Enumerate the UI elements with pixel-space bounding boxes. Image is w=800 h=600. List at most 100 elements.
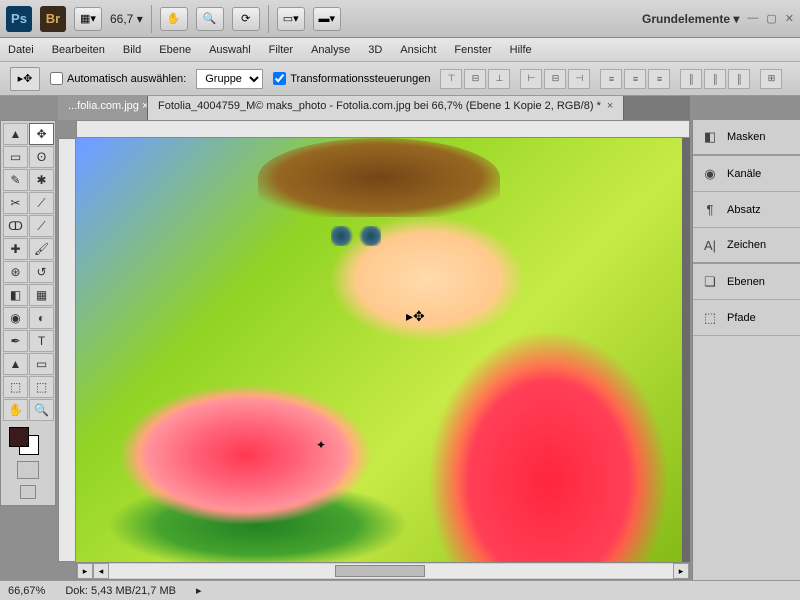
close-button[interactable]: ✕	[785, 12, 794, 25]
scroll-right-arrow[interactable]: ▸	[673, 563, 689, 579]
menu-filter[interactable]: Filter	[269, 44, 293, 56]
layers-panel-button[interactable]: ❏Ebenen	[693, 264, 800, 300]
document-tab-inactive[interactable]: ...folia.com.jpg ×	[58, 96, 148, 120]
auto-select-target-dropdown[interactable]: Gruppe	[196, 69, 263, 89]
pen-tool[interactable]: ✒	[3, 330, 28, 352]
photoshop-app-icon[interactable]: Ps	[6, 6, 32, 32]
document-image[interactable]: PSD-Tutorials.de	[76, 138, 682, 562]
status-zoom[interactable]: 66,67%	[8, 585, 45, 597]
shape-tool[interactable]: ▭	[29, 353, 54, 375]
menu-auswahl[interactable]: Auswahl	[209, 44, 251, 56]
menu-ansicht[interactable]: Ansicht	[400, 44, 436, 56]
magic-wand-tool[interactable]: ✱	[29, 169, 54, 191]
dodge-tool[interactable]: ◐	[29, 307, 54, 329]
align-right-icon[interactable]: ⊣	[568, 69, 590, 89]
scroll-thumb[interactable]	[335, 565, 425, 577]
menu-fenster[interactable]: Fenster	[454, 44, 491, 56]
distribute-3-icon[interactable]: ≡	[648, 69, 670, 89]
hand-tool-shortcut[interactable]: ✋	[160, 7, 188, 31]
minimize-button[interactable]: —	[747, 12, 758, 25]
character-panel-button[interactable]: A|Zeichen	[693, 228, 800, 264]
menu-bearbeiten[interactable]: Bearbeiten	[52, 44, 105, 56]
move-tool[interactable]: ▲	[3, 123, 28, 145]
gradient-tool[interactable]: ▦	[29, 284, 54, 306]
horizontal-ruler[interactable]	[76, 120, 690, 138]
quick-mask-toggle[interactable]	[3, 461, 53, 483]
view-extras-button[interactable]: ▦▾	[74, 7, 102, 31]
vertical-ruler[interactable]	[58, 138, 76, 562]
move-tool-selected[interactable]: ✥	[29, 123, 54, 145]
slice-tool[interactable]: ⟋	[29, 192, 54, 214]
lasso-tool[interactable]: ʘ	[29, 146, 54, 168]
path-select-tool[interactable]: ▲	[3, 353, 28, 375]
eraser-tool[interactable]: ◧	[3, 284, 28, 306]
zoom-level-readout[interactable]: 66,7 ▾	[110, 12, 143, 26]
zoom-tool[interactable]: 🔍	[29, 399, 54, 421]
align-bottom-icon[interactable]: ⊥	[488, 69, 510, 89]
align-top-icon[interactable]: ⊤	[440, 69, 462, 89]
close-tab-icon[interactable]: ×	[607, 100, 613, 112]
status-bar: 66,67% Dok: 5,43 MB/21,7 MB ▸	[0, 580, 800, 600]
document-tabs: ...folia.com.jpg × Fotolia_4004759_M© ma…	[58, 96, 690, 120]
brush-tool[interactable]: 🖌	[29, 238, 54, 260]
screen-mode-toggle[interactable]	[3, 485, 53, 503]
clone-stamp-tool[interactable]: ⊛	[3, 261, 28, 283]
transform-controls-checkbox[interactable]	[273, 72, 286, 85]
distribute-4-icon[interactable]: ║	[680, 69, 702, 89]
marquee-tool[interactable]: ▭	[3, 146, 28, 168]
crop-tool[interactable]: ✂	[3, 192, 28, 214]
scroll-left-button[interactable]: ▸	[77, 563, 93, 579]
masks-panel-button[interactable]: ◧Masken	[693, 120, 800, 156]
menu-3d[interactable]: 3D	[368, 44, 382, 56]
align-hcenter-icon[interactable]: ⊟	[544, 69, 566, 89]
window-controls: — ▢ ✕	[747, 12, 794, 25]
current-tool-indicator[interactable]: ▸✥	[10, 67, 40, 91]
3d-camera-tool[interactable]: ⬚	[29, 376, 54, 398]
healing-brush-tool[interactable]: ✚	[3, 238, 28, 260]
status-arrow-icon[interactable]: ▸	[196, 584, 202, 597]
auto-select-checkbox[interactable]	[50, 72, 63, 85]
history-brush-tool[interactable]: ↺	[29, 261, 54, 283]
distribute-h-buttons-group: ║ ║ ║	[680, 69, 750, 89]
canvas[interactable]: PSD-Tutorials.de ▸✥ ✦	[76, 138, 690, 562]
foreground-color-swatch[interactable]	[9, 427, 29, 447]
horizontal-scrollbar[interactable]: ▸ ◂ ▸	[76, 562, 690, 580]
ruler-tool[interactable]: ⟋	[29, 215, 54, 237]
distribute-1-icon[interactable]: ≡	[600, 69, 622, 89]
zoom-tool-shortcut[interactable]: 🔍	[196, 7, 224, 31]
align-vcenter-icon[interactable]: ⊟	[464, 69, 486, 89]
distribute-2-icon[interactable]: ≡	[624, 69, 646, 89]
type-tool[interactable]: T	[29, 330, 54, 352]
menu-analyse[interactable]: Analyse	[311, 44, 350, 56]
color-swatches	[3, 425, 53, 457]
distribute-6-icon[interactable]: ║	[728, 69, 750, 89]
arrange-docs-button[interactable]: ▭▾	[277, 7, 305, 31]
status-doc-size[interactable]: Dok: 5,43 MB/21,7 MB	[65, 585, 176, 597]
bridge-app-icon[interactable]: Br	[40, 6, 66, 32]
scroll-track[interactable]	[109, 564, 673, 578]
menu-ebene[interactable]: Ebene	[159, 44, 191, 56]
rotate-view-shortcut[interactable]: ⟳	[232, 7, 260, 31]
menu-bild[interactable]: Bild	[123, 44, 141, 56]
channels-panel-button[interactable]: ◉Kanäle	[693, 156, 800, 192]
3d-tool[interactable]: ⬚	[3, 376, 28, 398]
workspace-switcher[interactable]: Grundelemente ▾	[642, 12, 739, 26]
maximize-button[interactable]: ▢	[766, 12, 776, 25]
paths-panel-button[interactable]: ⬚Pfade	[693, 300, 800, 336]
align-left-icon[interactable]: ⊢	[520, 69, 542, 89]
blur-tool[interactable]: ◉	[3, 307, 28, 329]
screen-mode-button[interactable]: ▬▾	[313, 7, 341, 31]
distribute-5-icon[interactable]: ║	[704, 69, 726, 89]
document-tab-active[interactable]: Fotolia_4004759_M© maks_photo - Fotolia.…	[148, 96, 624, 120]
menu-hilfe[interactable]: Hilfe	[510, 44, 532, 56]
quick-select-tool[interactable]: ✎	[3, 169, 28, 191]
hand-tool[interactable]: ✋	[3, 399, 28, 421]
transform-controls-label: Transformationssteuerungen	[290, 73, 430, 85]
eyedropper-tool[interactable]: ↀ	[3, 215, 28, 237]
tools-panel: ▲ ✥ ▭ ʘ ✎ ✱ ✂ ⟋ ↀ ⟋ ✚ 🖌 ⊛ ↺ ◧ ▦ ◉ ◐ ✒ T …	[0, 120, 56, 506]
align-h-buttons-group: ⊢ ⊟ ⊣	[520, 69, 590, 89]
paragraph-panel-button[interactable]: ¶Absatz	[693, 192, 800, 228]
menu-datei[interactable]: Datei	[8, 44, 34, 56]
scroll-left-arrow[interactable]: ◂	[93, 563, 109, 579]
auto-align-icon[interactable]: ⊞	[760, 69, 782, 89]
